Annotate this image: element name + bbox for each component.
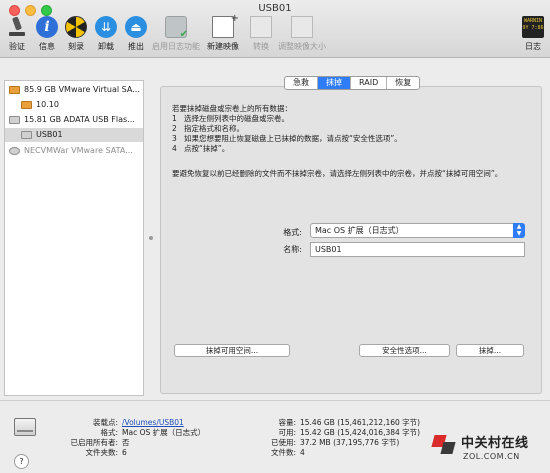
watermark-subtitle: ZOL.COM.CN [463, 452, 520, 461]
zol-logo-icon [433, 432, 457, 456]
window-title: USB01 [258, 3, 292, 14]
disk-list[interactable]: 85.9 GB VMware Virtual SA... 10.10 15.81… [4, 80, 144, 396]
erase-instructions: 若要抹掉磁盘或宗卷上的所有数据： 1 选择左侧列表中的磁盘或宗卷。 2 指定格式和名… [172, 104, 532, 154]
enable-journaling-label: 启用日志功能 [152, 42, 200, 51]
watermark: 中关村在线 ZOL.COM.CN [433, 430, 548, 466]
eject-icon: ⏏ [125, 16, 147, 38]
resize-image-icon [291, 16, 313, 38]
optical-drive-icon [9, 147, 20, 155]
sidebar-item-vmware-disk[interactable]: 85.9 GB VMware Virtual SA... [7, 83, 143, 97]
instruction-step: 1 选择左侧列表中的磁盘或宗卷。 [172, 114, 289, 123]
sidebar-item-adata-usb[interactable]: 15.81 GB ADATA USB Flas... [7, 113, 143, 127]
tab-erase[interactable]: 抹掉 [317, 77, 350, 89]
erase-free-space-button[interactable]: 抹掉可用空间... [174, 344, 290, 357]
new-image-icon [212, 13, 239, 38]
instructions-intro: 若要抹掉磁盘或宗卷上的所有数据： [172, 104, 292, 113]
sidebar-item-label: NECVMWar VMware SATA... [24, 146, 133, 155]
resize-image-button[interactable]: 调整映像大小 [278, 16, 326, 52]
name-label: 名称: [283, 245, 302, 254]
instruction-step: 4 点按“抹掉”。 [172, 144, 230, 153]
sidebar-item-label: 85.9 GB VMware Virtual SA... [24, 85, 140, 94]
resize-image-label: 调整映像大小 [278, 42, 326, 51]
microscope-icon [6, 16, 28, 38]
info-button[interactable]: i 信息 [36, 16, 58, 52]
usb-disk-icon [9, 116, 20, 124]
info-icon: i [36, 16, 58, 38]
security-options-button[interactable]: 安全性选项... [359, 344, 450, 357]
unmount-button[interactable]: ⇊ 卸载 [95, 16, 117, 52]
name-input[interactable]: USB01 [310, 242, 525, 257]
info-label: 信息 [39, 42, 55, 51]
new-image-button[interactable]: 新建映像 [207, 13, 239, 52]
volume-icon [21, 101, 32, 109]
instruction-step: 2 指定格式和名称。 [172, 124, 244, 133]
instruction-step: 3 如果您想要阻止恢复磁盘上已抹掉的数据，请点按“安全性选项”。 [172, 134, 402, 143]
log-button[interactable]: WARNIN 9Y 7:86 日志 [522, 16, 544, 52]
erase-button[interactable]: 抹掉... [456, 344, 524, 357]
format-label: 格式: [283, 228, 302, 237]
disk-icon [9, 86, 20, 94]
eject-label: 推出 [128, 42, 144, 51]
convert-label: 转换 [253, 42, 269, 51]
unmount-icon: ⇊ [95, 16, 117, 38]
chevron-updown-icon: ▲ ▼ [513, 223, 525, 238]
format-value: Mac OS 扩展（日志式） [315, 226, 404, 235]
tab-raid[interactable]: RAID [350, 77, 386, 89]
title-bar: USB01 验证 i 信息 刻录 ⇊ 卸载 ⏏ 推出 启用日志功能 新建映像 转… [0, 0, 550, 58]
erase-free-space-note: 要避免恢复以前已经删除的文件而不抹掉宗卷，请选择左侧列表中的宗卷，并点按“抹掉可… [172, 169, 503, 178]
tab-bar: 急救 抹掉 RAID 恢复 [284, 76, 421, 90]
unmount-label: 卸载 [98, 42, 114, 51]
verify-button[interactable]: 验证 [6, 16, 28, 52]
split-view-handle[interactable] [149, 236, 153, 240]
volume-icon [21, 131, 32, 139]
enable-journaling-button[interactable]: 启用日志功能 [152, 16, 200, 52]
sidebar-item-label: 10.10 [36, 100, 59, 109]
tab-first-aid[interactable]: 急救 [285, 77, 317, 89]
convert-icon [250, 16, 272, 38]
mount-point-link[interactable]: /Volumes/USB01 [122, 418, 184, 428]
new-image-label: 新建映像 [207, 42, 239, 51]
burn-icon [65, 16, 87, 38]
sidebar-item-label: 15.81 GB ADATA USB Flas... [24, 115, 135, 124]
log-label: 日志 [525, 42, 541, 51]
journal-icon [165, 16, 188, 40]
verify-label: 验证 [9, 42, 25, 51]
sidebar-item-usb01[interactable]: USB01 [5, 128, 143, 142]
burn-label: 刻录 [68, 42, 84, 51]
log-icon: WARNIN 9Y 7:86 [522, 16, 544, 38]
sidebar-item-vmware-sata[interactable]: NECVMWar VMware SATA... [7, 144, 143, 158]
tab-restore[interactable]: 恢复 [386, 77, 419, 89]
eject-button[interactable]: ⏏ 推出 [125, 16, 147, 52]
sidebar-item-volume-1010[interactable]: 10.10 [19, 98, 143, 112]
burn-button[interactable]: 刻录 [65, 16, 87, 52]
watermark-title: 中关村在线 [461, 436, 529, 451]
format-select[interactable]: Mac OS 扩展（日志式） ▲ ▼ [310, 223, 525, 238]
convert-button[interactable]: 转换 [250, 16, 272, 52]
